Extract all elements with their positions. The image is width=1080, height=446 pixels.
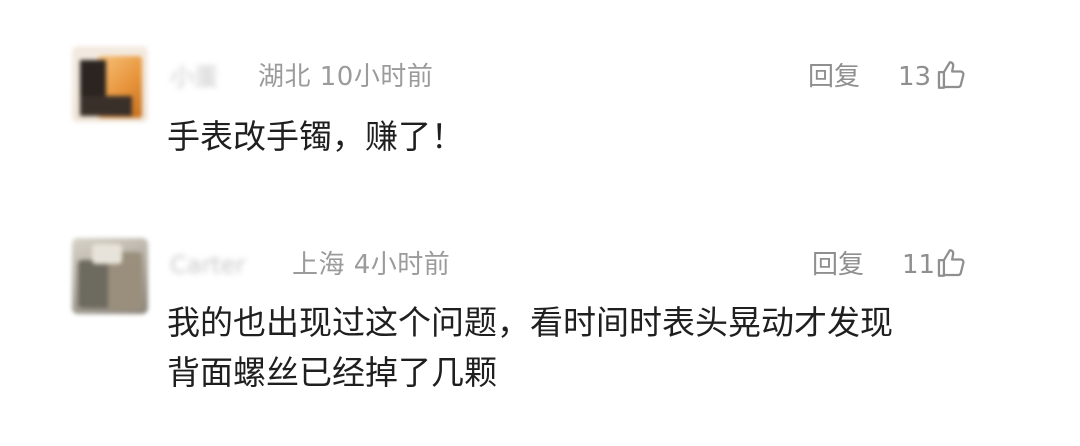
comment-text-line: 背面螺丝已经掉了几颗 bbox=[167, 353, 497, 392]
thumbs-up-icon[interactable] bbox=[934, 58, 968, 92]
comment-text-line: 手表改手镯，赚了！ bbox=[167, 117, 464, 156]
thumbs-up-icon[interactable] bbox=[934, 246, 968, 280]
like-count: 11 bbox=[902, 250, 936, 280]
reply-button[interactable]: 回复 bbox=[812, 250, 864, 280]
username[interactable]: Carter bbox=[170, 252, 245, 278]
location-time: 湖北 10小时前 bbox=[258, 62, 434, 92]
comment-text: 手表改手镯，赚了！ bbox=[167, 112, 464, 162]
comment-text-line: 我的也出现过这个问题，看时间时表头晃动才发现 bbox=[167, 303, 893, 342]
avatar[interactable] bbox=[72, 46, 148, 122]
location-time: 上海 4小时前 bbox=[292, 250, 451, 280]
avatar[interactable] bbox=[72, 238, 148, 314]
username[interactable]: 小蛋 bbox=[170, 64, 218, 90]
reply-button[interactable]: 回复 bbox=[808, 62, 860, 92]
comment-text: 我的也出现过这个问题，看时间时表头晃动才发现 背面螺丝已经掉了几颗 bbox=[167, 298, 893, 398]
like-count: 13 bbox=[898, 62, 932, 92]
